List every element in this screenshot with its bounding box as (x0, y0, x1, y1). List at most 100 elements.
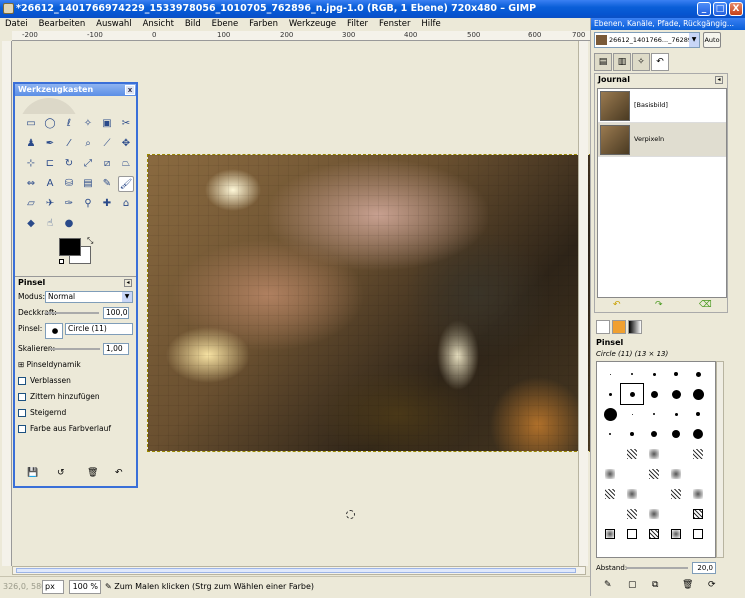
lasso-icon[interactable]: ℓ (61, 116, 77, 132)
tab-patterns[interactable] (612, 320, 626, 334)
brush-cell[interactable] (687, 364, 709, 384)
brush-dynamics-expander[interactable]: ⊞ Pinseldynamik (15, 357, 136, 373)
horizontal-ruler[interactable]: -200 -100 0 100 200 300 400 500 600 700 (12, 31, 590, 41)
brush-cell[interactable] (599, 484, 621, 504)
foreground-select-icon[interactable]: ♟ (23, 136, 39, 152)
swap-colors-icon[interactable]: ⤡ (87, 236, 93, 246)
brush-cell[interactable] (621, 504, 643, 524)
brush-cell[interactable] (643, 384, 665, 404)
align-icon[interactable]: ⊹ (23, 156, 39, 172)
tab-brushes[interactable] (596, 320, 610, 334)
text-icon[interactable]: A (42, 176, 58, 192)
brush-name-field[interactable]: Circle (11) (65, 323, 133, 335)
ellipse-select-icon[interactable]: ◯ (42, 116, 58, 132)
crop-icon[interactable]: ⊏ (42, 156, 58, 172)
brush-cell[interactable] (599, 504, 621, 524)
rotate-icon[interactable]: ↻ (61, 156, 77, 172)
jitter-checkbox-row[interactable]: Zittern hinzufügen (15, 389, 136, 405)
menu-werkzeuge[interactable]: Werkzeuge (289, 19, 336, 29)
default-colors-icon[interactable] (59, 259, 64, 264)
undo-icon[interactable]: ↶ (613, 300, 621, 310)
journal-menu-icon[interactable]: ◂ (715, 76, 723, 84)
reset-options-icon[interactable]: ↶ (115, 468, 123, 478)
menu-ansicht[interactable]: Ansicht (143, 19, 174, 29)
brush-cell[interactable] (643, 484, 665, 504)
blend-icon[interactable]: ▤ (80, 176, 96, 192)
shear-icon[interactable]: ⧄ (99, 156, 115, 172)
perspective-icon[interactable]: ⏢ (118, 156, 134, 172)
menu-fenster[interactable]: Fenster (379, 19, 411, 29)
flip-icon[interactable]: ⇔ (23, 176, 39, 192)
brush-cell[interactable] (665, 444, 687, 464)
bucket-fill-icon[interactable]: ⛁ (61, 176, 77, 192)
maximize-button[interactable]: □ (713, 2, 727, 16)
tab-paths[interactable]: ✧ (632, 53, 650, 71)
horizontal-scrollbar[interactable] (12, 566, 586, 575)
brush-cell[interactable] (643, 404, 665, 424)
delete-options-icon[interactable]: 🗑 (87, 468, 98, 478)
smudge-icon[interactable]: ☝ (42, 216, 58, 232)
dodge-burn-icon[interactable]: ● (61, 216, 77, 232)
toolbox-title-bar[interactable]: Werkzeugkasten x (15, 84, 136, 96)
brush-cell[interactable] (665, 364, 687, 384)
airbrush-icon[interactable]: ✈ (42, 196, 58, 212)
brush-cell[interactable] (621, 364, 643, 384)
brush-cell[interactable] (665, 464, 687, 484)
scrollbar-thumb[interactable] (16, 568, 576, 573)
vertical-scrollbar[interactable] (578, 41, 588, 566)
menu-auswahl[interactable]: Auswahl (96, 19, 132, 29)
minimize-button[interactable]: _ (697, 2, 711, 16)
redo-icon[interactable]: ↷ (655, 300, 663, 310)
zoom-icon[interactable]: ⌕ (80, 136, 96, 152)
brush-cell[interactable] (687, 484, 709, 504)
opacity-field[interactable]: 100,0 (103, 307, 129, 319)
brush-scrollbar[interactable] (716, 361, 724, 558)
scale-icon[interactable]: ⤢ (80, 156, 96, 172)
paths-icon[interactable]: ✒ (42, 136, 58, 152)
menu-hilfe[interactable]: Hilfe (421, 19, 440, 29)
brush-cell[interactable] (643, 364, 665, 384)
color-picker-icon[interactable]: ⁄ (61, 136, 77, 152)
spacing-field[interactable]: 20,0 (692, 562, 716, 574)
brush-cell[interactable] (687, 464, 709, 484)
brush-cell[interactable] (687, 444, 709, 464)
brush-cell[interactable] (621, 484, 643, 504)
tab-layers[interactable]: ▤ (594, 53, 612, 71)
brush-preview[interactable]: ● (45, 323, 63, 339)
edit-brush-icon[interactable]: ✎ (604, 580, 612, 590)
incremental-checkbox[interactable] (18, 409, 26, 417)
brush-cell[interactable] (643, 464, 665, 484)
tool-options-menu-icon[interactable]: ◂ (124, 279, 132, 287)
clear-history-icon[interactable]: ⌫ (699, 300, 712, 310)
image-select[interactable]: 26612_1401766..._762896_n.jpg-1 ▼ (594, 32, 700, 48)
gradient-color-checkbox[interactable] (18, 425, 26, 433)
menu-datei[interactable]: Datei (5, 19, 28, 29)
brush-cell[interactable] (621, 404, 643, 424)
brush-cell[interactable] (665, 504, 687, 524)
paintbrush-icon[interactable]: 🖌 (118, 176, 134, 192)
toolbox-close-button[interactable]: x (125, 85, 135, 95)
blur-icon[interactable]: ◆ (23, 216, 39, 232)
brush-cell[interactable] (687, 384, 709, 404)
brush-cell[interactable] (665, 484, 687, 504)
foreground-color-swatch[interactable] (59, 238, 81, 256)
brush-cell[interactable] (643, 424, 665, 444)
save-options-icon[interactable]: 💾 (27, 468, 38, 478)
menu-bild[interactable]: Bild (185, 19, 201, 29)
menu-farben[interactable]: Farben (249, 19, 278, 29)
zoom-select[interactable]: 100 % (69, 580, 101, 594)
perspective-clone-icon[interactable]: ⌂ (118, 196, 134, 212)
scissors-icon[interactable]: ✂ (118, 116, 134, 132)
tab-channels[interactable]: ▥ (613, 53, 631, 71)
brush-cell[interactable] (665, 524, 687, 544)
brush-cell[interactable] (665, 384, 687, 404)
brush-cell[interactable] (620, 383, 644, 405)
fade-checkbox[interactable] (18, 377, 26, 385)
undo-item-pixelize[interactable]: Verpixeln (598, 123, 726, 157)
refresh-brushes-icon[interactable]: ⟳ (708, 580, 716, 590)
auto-button[interactable]: Auto (703, 32, 721, 48)
measure-icon[interactable]: ⟋ (99, 136, 115, 152)
brush-cell[interactable] (665, 424, 687, 444)
rect-select-icon[interactable]: ▭ (23, 116, 39, 132)
scale-slider[interactable] (50, 348, 100, 350)
